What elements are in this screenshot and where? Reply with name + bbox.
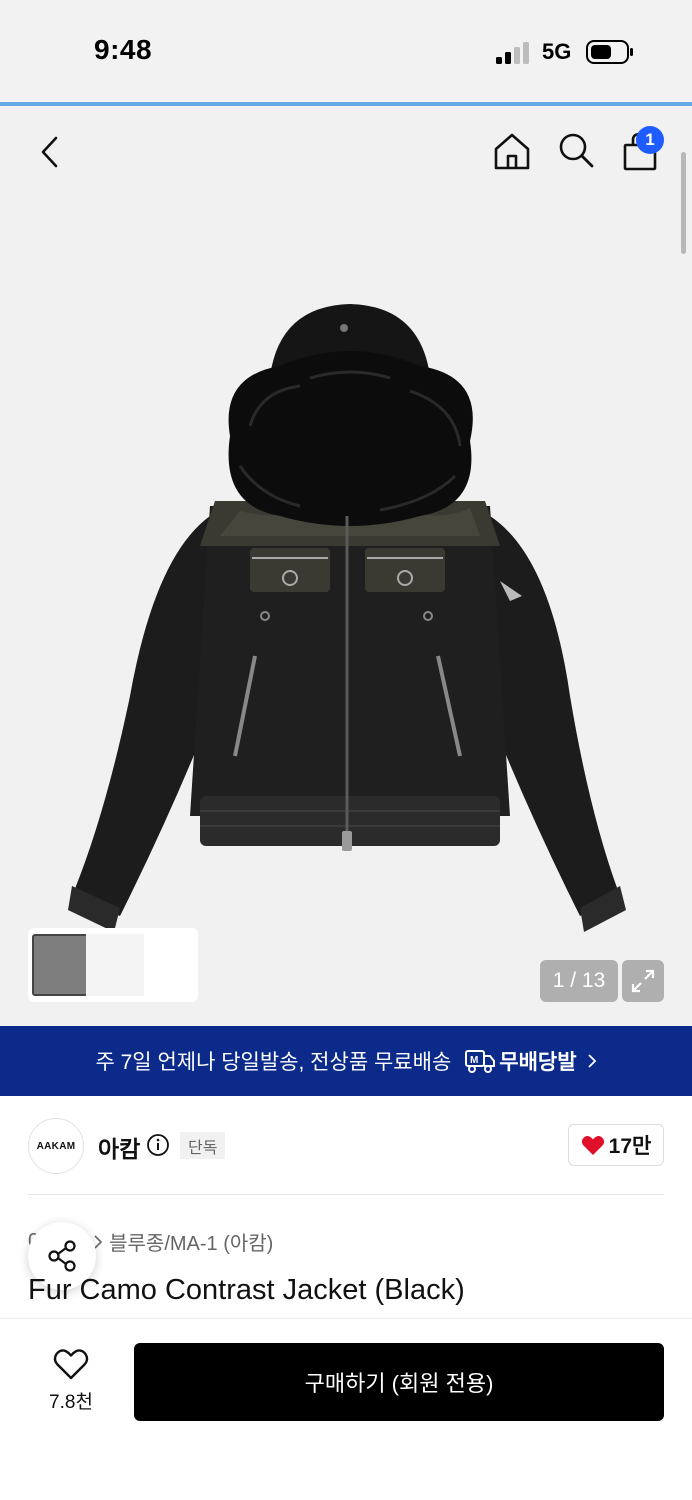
buy-button[interactable]: 구매하기 (회원 전용) [134, 1343, 664, 1421]
expand-icon [631, 969, 655, 993]
search-button[interactable] [554, 128, 598, 172]
thumbnail-3[interactable] [114, 934, 144, 996]
expand-button[interactable] [622, 960, 664, 1002]
info-icon[interactable] [146, 1133, 170, 1157]
delivery-truck-icon: M [465, 1050, 496, 1073]
product-gallery[interactable]: 1 1 / 13 [0, 106, 692, 1026]
heart-outline-icon [53, 1349, 89, 1380]
wishlist-button[interactable]: 7.8천 [36, 1347, 106, 1419]
status-bar: 9:48 5G [0, 0, 692, 104]
battery-icon [586, 40, 633, 64]
exclusive-badge: 단독 [180, 1132, 226, 1159]
banner-logo: M 무배당발 [465, 1046, 577, 1076]
banner-brand: 무배당발 [499, 1051, 577, 1074]
thumbnail-1[interactable] [32, 934, 88, 996]
scrollbar[interactable] [681, 152, 686, 254]
heart-filled-icon [581, 1136, 604, 1155]
product-title: Fur Camo Contrast Jacket (Black) [28, 1274, 465, 1306]
back-button[interactable] [28, 130, 72, 174]
back-icon [41, 136, 58, 168]
status-time: 9:48 [94, 34, 153, 65]
product-image[interactable] [60, 296, 640, 936]
cart-count-badge: 1 [636, 126, 664, 154]
network-label: 5G [542, 39, 572, 64]
image-counter: 1 / 13 [540, 960, 618, 1002]
home-button[interactable] [490, 128, 534, 174]
signal-icon [496, 42, 529, 64]
chevron-right-icon [587, 1054, 596, 1068]
brand-logo[interactable]: AAKAM [28, 1118, 84, 1174]
banner-text: 주 7일 언제나 당일발송, 전상품 무료배송 [95, 1051, 452, 1074]
search-icon [559, 133, 594, 168]
brand-like-button[interactable]: 17만 [568, 1124, 664, 1166]
wishlist-count: 7.8천 [49, 1392, 93, 1413]
share-icon [48, 1240, 76, 1272]
breadcrumb-subcategory[interactable]: 블루종/MA-1 (아캄) [109, 1227, 273, 1256]
bottom-action-bar: 7.8천 구매하기 (회원 전용) [0, 1318, 692, 1500]
brand-like-count: 17만 [608, 1135, 652, 1158]
svg-text:M: M [470, 1055, 478, 1066]
shipping-banner[interactable]: 주 7일 언제나 당일발송, 전상품 무료배송 M 무배당발 [0, 1026, 692, 1096]
home-icon [494, 133, 530, 170]
divider [28, 1194, 664, 1195]
brand-name[interactable]: 아캄 [98, 1130, 140, 1164]
thumbnail-strip[interactable] [28, 928, 198, 1002]
